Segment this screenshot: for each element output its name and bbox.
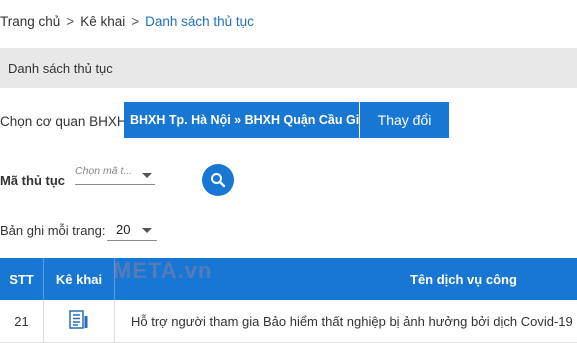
procedure-code-label: Mã thủ tục bbox=[0, 173, 65, 188]
per-page-label: Bản ghi mỗi trang: bbox=[0, 223, 106, 238]
breadcrumb: Trang chủ > Kê khai > Danh sách thủ tục bbox=[0, 14, 254, 29]
breadcrumb-home[interactable]: Trang chủ bbox=[0, 14, 60, 29]
column-header-stt: STT bbox=[0, 258, 44, 300]
agency-row: Chọn cơ quan BHXH: BHXH Tp. Hà Nội » BHX… bbox=[0, 102, 577, 138]
table-row: 21 Hỗ trợ người tham gia Bảo hiểm thất n… bbox=[0, 300, 577, 343]
declare-cell bbox=[44, 300, 115, 343]
search-button[interactable] bbox=[202, 164, 234, 196]
column-header-declare: Kê khai bbox=[44, 258, 115, 300]
agency-selected[interactable]: BHXH Tp. Hà Nội » BHXH Quận Cầu Giấy bbox=[124, 102, 359, 138]
row-service-name[interactable]: Hỗ trợ người tham gia Bảo hiểm thất nghi… bbox=[115, 300, 577, 343]
row-stt: 21 bbox=[0, 300, 44, 343]
breadcrumb-current[interactable]: Danh sách thủ tục bbox=[145, 14, 254, 29]
agency-label: Chọn cơ quan BHXH: bbox=[0, 114, 130, 129]
section-header: Danh sách thủ tục bbox=[0, 48, 577, 88]
chevron-down-icon bbox=[142, 228, 152, 233]
change-agency-button[interactable]: Thay đổi bbox=[360, 102, 449, 138]
table-header-row: STT Kê khai Tên dịch vụ công bbox=[0, 258, 577, 300]
chevron-down-icon bbox=[142, 173, 152, 178]
procedure-table: STT Kê khai Tên dịch vụ công 21 bbox=[0, 258, 577, 343]
per-page-row: Bản ghi mỗi trang: 20 bbox=[0, 218, 300, 242]
search-icon bbox=[210, 172, 226, 188]
breadcrumb-separator: > bbox=[131, 14, 139, 29]
procedure-code-select[interactable]: Chọn mã t... bbox=[75, 162, 155, 185]
procedure-code-placeholder: Chọn mã t... bbox=[75, 165, 132, 177]
declare-form-icon[interactable] bbox=[69, 310, 89, 333]
watermark: META.vn bbox=[113, 258, 212, 284]
breadcrumb-declare[interactable]: Kê khai bbox=[80, 14, 125, 29]
procedure-filter-row: Mã thủ tục Chọn mã t... bbox=[0, 162, 577, 202]
per-page-value: 20 bbox=[116, 222, 130, 237]
section-title: Danh sách thủ tục bbox=[8, 61, 113, 76]
per-page-select[interactable]: 20 bbox=[107, 218, 157, 241]
breadcrumb-separator: > bbox=[66, 14, 74, 29]
